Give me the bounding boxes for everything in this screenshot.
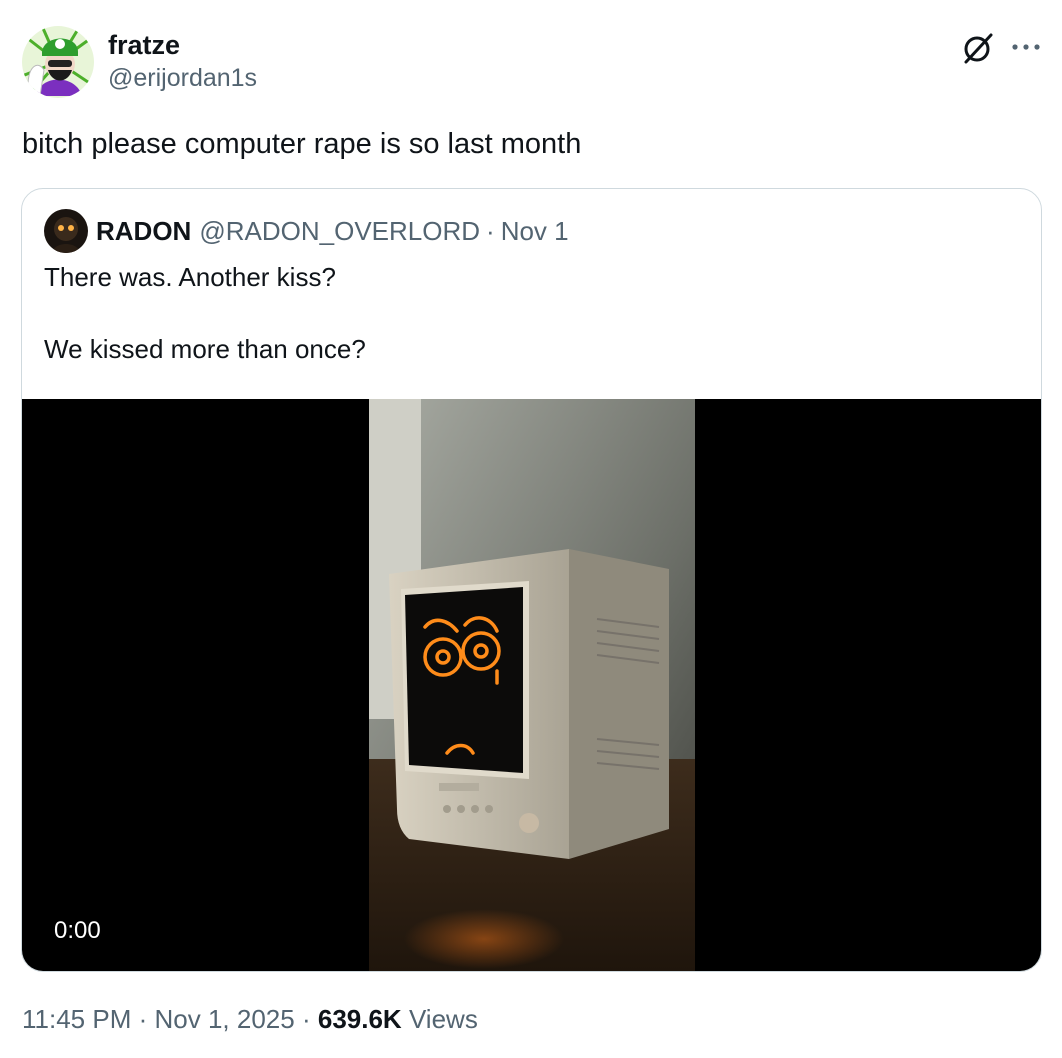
views-label: Views bbox=[408, 1004, 478, 1034]
quoted-display-name[interactable]: RADON bbox=[96, 216, 191, 247]
tweet-header: fratze @erijordan1s bbox=[22, 26, 1042, 102]
quoted-line-2: We kissed more than once? bbox=[44, 334, 366, 364]
more-icon[interactable] bbox=[1010, 32, 1042, 62]
author-names: fratze @erijordan1s bbox=[108, 28, 257, 94]
author-display-name[interactable]: fratze bbox=[108, 28, 257, 62]
meta-separator: · bbox=[301, 1004, 311, 1034]
quoted-separator: · bbox=[486, 215, 495, 246]
quoted-tweet[interactable]: RADON @RADON_OVERLORD · Nov 1 There was.… bbox=[21, 188, 1042, 972]
author-handle[interactable]: @erijordan1s bbox=[108, 62, 257, 94]
quoted-handle[interactable]: @RADON_OVERLORD bbox=[199, 216, 480, 247]
quoted-header: RADON @RADON_OVERLORD · Nov 1 bbox=[44, 209, 569, 253]
video-frame bbox=[369, 399, 695, 971]
meta-separator: · bbox=[138, 1004, 148, 1034]
quoted-avatar[interactable] bbox=[44, 209, 88, 253]
post-date[interactable]: Nov 1, 2025 bbox=[155, 1004, 295, 1034]
tweet-text: bitch please computer rape is so last mo… bbox=[22, 128, 582, 160]
author-avatar[interactable] bbox=[22, 26, 94, 98]
tweet-meta: 11:45 PM · Nov 1, 2025 · 639.6K Views bbox=[22, 1002, 478, 1036]
post-time[interactable]: 11:45 PM bbox=[22, 1004, 131, 1034]
video-player[interactable]: 0:00 bbox=[22, 399, 1041, 971]
video-timecode: 0:00 bbox=[54, 917, 101, 944]
quoted-text: There was. Another kiss? We kissed more … bbox=[44, 259, 366, 367]
grok-icon[interactable] bbox=[960, 30, 996, 66]
quoted-date[interactable]: Nov 1 bbox=[501, 216, 569, 247]
views-count: 639.6K bbox=[317, 1004, 402, 1034]
quoted-line-1: There was. Another kiss? bbox=[44, 262, 336, 292]
